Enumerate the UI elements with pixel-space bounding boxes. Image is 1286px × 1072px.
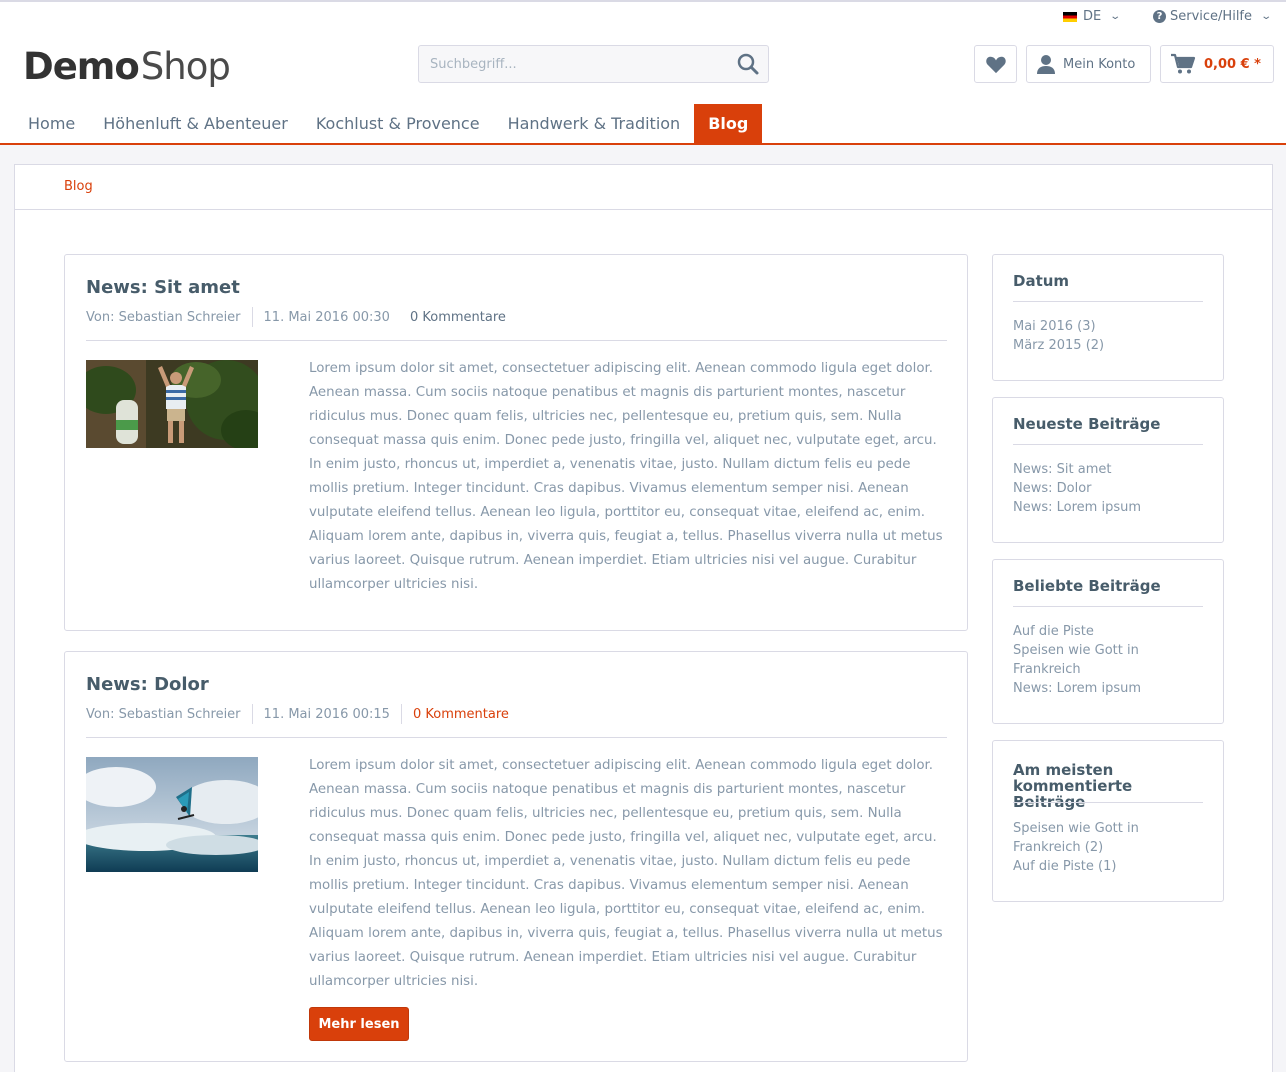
widget-link[interactable]: News: Dolor bbox=[1013, 479, 1183, 498]
search-box bbox=[418, 45, 769, 83]
language-label: DE bbox=[1083, 9, 1102, 24]
service-label: Service/Hilfe bbox=[1170, 9, 1252, 24]
widget-link[interactable]: News: Lorem ipsum bbox=[1013, 679, 1163, 698]
help-icon: ? bbox=[1153, 10, 1166, 23]
article-title[interactable]: News: Sit amet bbox=[86, 277, 240, 298]
article-divider bbox=[86, 737, 947, 738]
article-comments[interactable]: 0 Kommentare bbox=[410, 310, 506, 325]
article-thumbnail[interactable] bbox=[86, 360, 258, 452]
widget-link[interactable]: News: Lorem ipsum bbox=[1013, 498, 1183, 517]
widget-meist-kommentiert: Am meisten kommentierte Beiträge Speisen… bbox=[992, 740, 1224, 902]
article-title[interactable]: News: Dolor bbox=[86, 674, 209, 695]
widget-list: News: Sit amet News: Dolor News: Lorem i… bbox=[1013, 460, 1183, 517]
widget-link[interactable]: Speisen wie Gott in Frankreich bbox=[1013, 641, 1163, 679]
heart-icon bbox=[985, 56, 1006, 74]
cart-total: 0,00 € * bbox=[1204, 56, 1261, 72]
article-divider bbox=[86, 340, 947, 341]
article-date: 11. Mai 2016 00:30 bbox=[263, 309, 390, 325]
widget-neueste-beitraege: Neueste Beiträge News: Sit amet News: Do… bbox=[992, 397, 1224, 543]
widget-beliebte-beitraege: Beliebte Beiträge Auf die Piste Speisen … bbox=[992, 559, 1224, 724]
article-author: Von: Sebastian Schreier bbox=[86, 309, 241, 325]
cart-button[interactable]: 0,00 € * bbox=[1160, 45, 1274, 83]
widget-divider bbox=[1013, 802, 1203, 803]
widget-list: Speisen wie Gott in Frankreich (2) Auf d… bbox=[1013, 819, 1163, 876]
article-comments[interactable]: 0 Kommentare bbox=[413, 707, 509, 722]
german-flag-icon bbox=[1063, 11, 1077, 22]
article-thumbnail[interactable] bbox=[86, 757, 258, 876]
article-author: Von: Sebastian Schreier bbox=[86, 706, 241, 722]
article-meta: Von: Sebastian Schreier 11. Mai 2016 00:… bbox=[86, 307, 506, 327]
logo-light-text: Shop bbox=[140, 45, 231, 88]
chevron-down-icon: ⌄ bbox=[1109, 11, 1122, 22]
widget-link[interactable]: Auf die Piste bbox=[1013, 622, 1163, 641]
account-button[interactable]: Mein Konto bbox=[1026, 45, 1151, 83]
meta-divider bbox=[251, 704, 253, 724]
nav-item-home[interactable]: Home bbox=[14, 104, 89, 143]
account-label: Mein Konto bbox=[1063, 56, 1136, 72]
widget-title: Beliebte Beiträge bbox=[1013, 577, 1161, 595]
logo-bold-text: Demo bbox=[23, 45, 140, 88]
widget-list: Mai 2016 (3) März 2015 (2) bbox=[1013, 317, 1183, 355]
cart-icon bbox=[1171, 53, 1196, 74]
nav-item-blog[interactable]: Blog bbox=[694, 104, 763, 143]
meta-divider bbox=[400, 704, 402, 724]
widget-divider bbox=[1013, 606, 1203, 607]
widget-divider bbox=[1013, 444, 1203, 445]
content-panel: Blog News: Sit amet Von: Sebastian Schre… bbox=[14, 164, 1273, 1072]
search-input[interactable] bbox=[428, 56, 722, 73]
blog-article: News: Sit amet Von: Sebastian Schreier 1… bbox=[64, 254, 968, 631]
read-more-button[interactable]: Mehr lesen bbox=[309, 1007, 409, 1041]
breadcrumb-blog-link[interactable]: Blog bbox=[64, 179, 93, 194]
widget-link[interactable]: Mai 2016 (3) bbox=[1013, 317, 1183, 336]
widget-link[interactable]: Speisen wie Gott in Frankreich (2) bbox=[1013, 819, 1163, 857]
language-switcher[interactable]: DE ⌄ bbox=[1063, 9, 1122, 24]
blog-article: News: Dolor Von: Sebastian Schreier 11. … bbox=[64, 651, 968, 1062]
widget-datum: Datum Mai 2016 (3) März 2015 (2) bbox=[992, 254, 1224, 381]
chevron-down-icon: ⌄ bbox=[1260, 11, 1273, 22]
widget-link[interactable]: März 2015 (2) bbox=[1013, 336, 1183, 355]
meta-divider bbox=[251, 307, 253, 327]
widget-title: Datum bbox=[1013, 272, 1070, 290]
widget-list: Auf die Piste Speisen wie Gott in Frankr… bbox=[1013, 622, 1163, 698]
wishlist-button[interactable] bbox=[974, 45, 1017, 83]
article-meta: Von: Sebastian Schreier 11. Mai 2016 00:… bbox=[86, 704, 509, 724]
article-excerpt: Lorem ipsum dolor sit amet, consectetuer… bbox=[309, 361, 943, 592]
nav-item-kochlust[interactable]: Kochlust & Provence bbox=[302, 104, 494, 143]
service-help-menu[interactable]: ? Service/Hilfe ⌄ bbox=[1153, 9, 1273, 24]
search-icon[interactable] bbox=[736, 52, 760, 80]
main-navigation: Home Höhenluft & Abenteuer Kochlust & Pr… bbox=[14, 104, 763, 143]
nav-item-handwerk[interactable]: Handwerk & Tradition bbox=[494, 104, 695, 143]
widget-divider bbox=[1013, 301, 1203, 302]
shop-logo[interactable]: DemoShop bbox=[23, 44, 231, 90]
site-header: DE ⌄ ? Service/Hilfe ⌄ DemoShop Mein Kon… bbox=[0, 0, 1286, 145]
article-excerpt: Lorem ipsum dolor sit amet, consectetuer… bbox=[309, 758, 943, 989]
user-icon bbox=[1037, 55, 1055, 74]
top-border bbox=[0, 0, 1286, 2]
article-date: 11. Mai 2016 00:15 bbox=[263, 706, 390, 722]
nav-item-hoehenluft[interactable]: Höhenluft & Abenteuer bbox=[89, 104, 302, 143]
widget-link[interactable]: Auf die Piste (1) bbox=[1013, 857, 1163, 876]
breadcrumb: Blog bbox=[15, 165, 1272, 210]
widget-link[interactable]: News: Sit amet bbox=[1013, 460, 1183, 479]
widget-title: Neueste Beiträge bbox=[1013, 415, 1161, 433]
